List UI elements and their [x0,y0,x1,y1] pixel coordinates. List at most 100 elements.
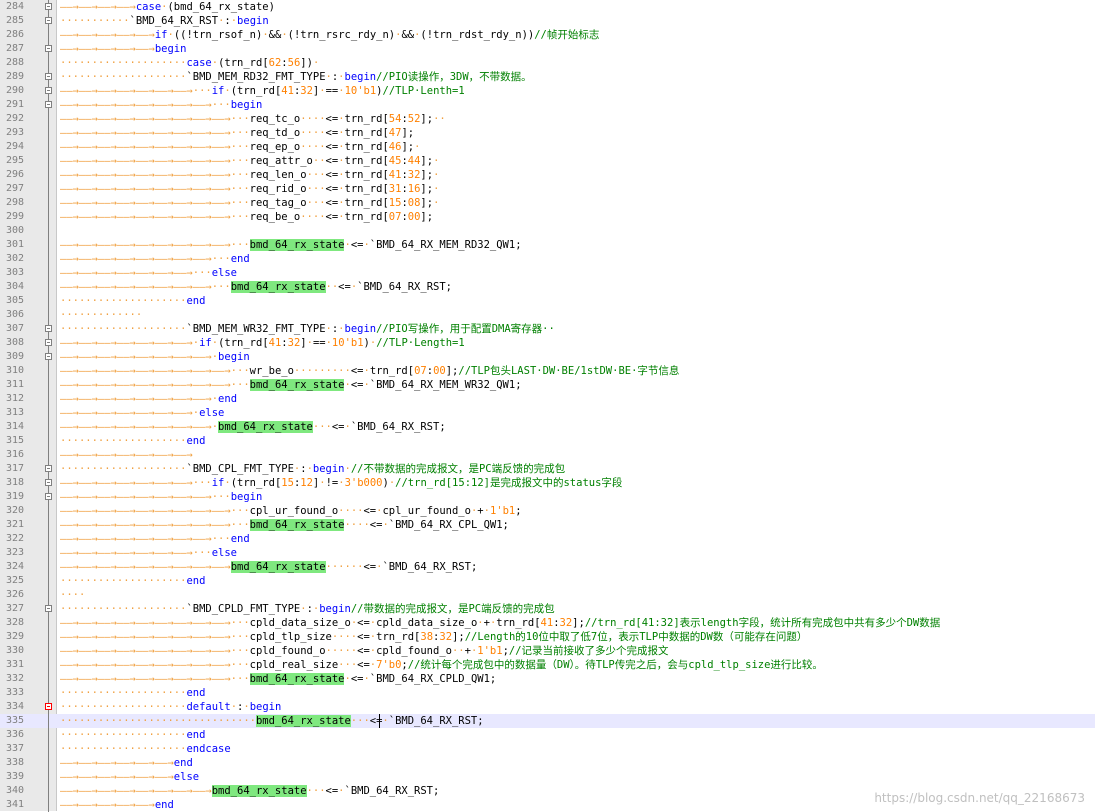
code-line[interactable]: 317 ····················`BMD_CPL_FMT_TYPE… [0,462,1095,476]
collapse-box-icon[interactable] [45,703,52,710]
code-line[interactable]: 325 ····················end [0,574,1095,588]
code-line[interactable]: 329 ——→——→——→——→——→——→——→——→——→···cpld_tl… [0,630,1095,644]
code-line[interactable]: 289 ····················`BMD_MEM_RD32_FMT… [0,70,1095,84]
collapse-box-icon[interactable] [45,3,52,10]
code-line[interactable]: 312 ——→——→——→——→——→——→——→——→·end [0,392,1095,406]
fold-toggle-icon[interactable] [45,462,52,476]
collapse-box-icon[interactable] [45,87,52,94]
collapse-box-icon[interactable] [45,17,52,24]
code-line[interactable]: 314 ——→——→——→——→——→——→——→——→·bmd_64_rx_st… [0,420,1095,434]
code-line[interactable]: 322 ——→——→——→——→——→——→——→——→···end [0,532,1095,546]
code-line[interactable]: 316 ——→——→——→——→——→——→——→ [0,448,1095,462]
code-text[interactable]: ····················`BMD_CPLD_FMT_TYPE·:… [60,602,555,616]
code-line[interactable]: 308 ——→——→——→——→——→——→——→·if·(trn_rd[41:3… [0,336,1095,350]
fold-toggle-icon[interactable] [45,0,52,14]
code-text[interactable]: ——→——→——→——→——→begin [60,42,186,56]
code-line[interactable]: 336 ····················end [0,728,1095,742]
fold-toggle-icon[interactable] [45,490,52,504]
code-line[interactable]: 326 ···· [0,588,1095,602]
code-text[interactable]: ····················end [60,294,205,308]
fold-toggle-icon[interactable] [45,476,52,490]
fold-toggle-icon[interactable] [45,70,52,84]
code-line[interactable]: 288 ····················case·(trn_rd[62:5… [0,56,1095,70]
collapse-box-icon[interactable] [45,339,52,346]
code-text[interactable]: ——→——→——→——→——→——→——→——→——→···req_attr_o… [60,154,439,168]
code-line[interactable]: 301 ——→——→——→——→——→——→——→——→——→···bmd_64_… [0,238,1095,252]
code-line[interactable]: 311 ——→——→——→——→——→——→——→——→——→···bmd_64_… [0,378,1095,392]
code-text[interactable]: ——→——→——→——→——→——→——→——→——→···cpld_tlp_s… [60,630,807,644]
code-text[interactable]: ——→——→——→——→——→——→——→——→——→···req_be_o··… [60,210,433,224]
code-text[interactable]: ——→——→——→——→——→——→——→——→·end [60,392,237,406]
collapse-box-icon[interactable] [45,325,52,332]
collapse-box-icon[interactable] [45,493,52,500]
code-line[interactable]: 318 ——→——→——→——→——→——→——→···if·(trn_rd[15… [0,476,1095,490]
code-line[interactable]: 307 ····················`BMD_MEM_WR32_FMT… [0,322,1095,336]
code-text[interactable]: ——→——→——→——→——→——→——→——→——→···req_tag_o·… [60,196,439,210]
code-line[interactable]: 304 ——→——→——→——→——→——→——→——→···bmd_64_rx_… [0,280,1095,294]
code-line[interactable]: 310 ——→——→——→——→——→——→——→——→——→···wr_be_o… [0,364,1095,378]
code-line[interactable]: 315 ····················end [0,434,1095,448]
code-text[interactable]: ——→——→——→——→——→——→——→——→···bmd_64_rx_sta… [60,280,452,294]
code-line[interactable]: 293 ——→——→——→——→——→——→——→——→——→···req_td_… [0,126,1095,140]
code-text[interactable]: ——→——→——→——→——→——→——→——→——→···wr_be_o···… [60,364,679,378]
code-text[interactable]: ····················`BMD_MEM_RD32_FMT_TY… [60,70,532,84]
code-text[interactable]: ——→——→——→——→case·(bmd_64_rx_state) [60,0,275,14]
code-text[interactable]: ···· [60,588,85,602]
code-line[interactable]: 313 ——→——→——→——→——→——→——→·else [0,406,1095,420]
code-line[interactable]: 291 ——→——→——→——→——→——→——→——→···begin [0,98,1095,112]
code-line[interactable]: 320 ——→——→——→——→——→——→——→——→——→···cpl_ur_… [0,504,1095,518]
code-line[interactable]: 309 ——→——→——→——→——→——→——→——→·begin [0,350,1095,364]
code-line[interactable]: 302 ——→——→——→——→——→——→——→——→···end [0,252,1095,266]
code-text[interactable]: ——→——→——→——→——→——→——→·if·(trn_rd[41:32]·… [60,336,465,350]
code-line[interactable]: 298 ——→——→——→——→——→——→——→——→——→···req_tag… [0,196,1095,210]
code-text[interactable]: ——→——→——→——→——→——→——→——→——→···req_rid_o·… [60,182,439,196]
code-line[interactable]: 337 ····················endcase [0,742,1095,756]
code-line[interactable]: 339 ——→——→——→——→——→——→else [0,770,1095,784]
code-line[interactable]: 287 ——→——→——→——→——→begin [0,42,1095,56]
current-code-line[interactable]: 335 ·······························bmd_64… [0,714,1095,728]
code-text[interactable]: ——→——→——→——→——→——→——→——→——→···cpld_data_… [60,616,940,630]
code-line[interactable]: 323 ——→——→——→——→——→——→——→···else [0,546,1095,560]
fold-toggle-icon[interactable] [45,84,52,98]
code-line[interactable]: 305 ····················end [0,294,1095,308]
code-line[interactable]: 319 ——→——→——→——→——→——→——→——→···begin [0,490,1095,504]
code-text[interactable]: ····················end [60,574,205,588]
code-text[interactable]: ——→——→——→——→——→——→——→——→···begin [60,490,262,504]
code-line[interactable]: 299 ——→——→——→——→——→——→——→——→——→···req_be_… [0,210,1095,224]
code-line[interactable]: 330 ——→——→——→——→——→——→——→——→——→···cpld_fo… [0,644,1095,658]
code-line[interactable]: 331 ——→——→——→——→——→——→——→——→——→···cpld_re… [0,658,1095,672]
code-line[interactable]: 290 ——→——→——→——→——→——→——→···if·(trn_rd[41… [0,84,1095,98]
code-text[interactable]: ——→——→——→——→——→——→——→——→·begin [60,350,250,364]
code-line[interactable]: 324 ——→——→——→——→——→——→——→——→——→bmd_64_rx_… [0,560,1095,574]
code-line[interactable]: 303 ——→——→——→——→——→——→——→···else [0,266,1095,280]
code-text[interactable]: ···········`BMD_64_RX_RST·:·begin [60,14,269,28]
fold-toggle-icon[interactable] [45,98,52,112]
code-text[interactable]: ····················case·(trn_rd[62:56])… [60,56,319,70]
collapse-box-icon[interactable] [45,353,52,360]
fold-toggle-icon[interactable] [45,42,52,56]
fold-toggle-icon[interactable] [45,322,52,336]
collapse-box-icon[interactable] [45,101,52,108]
collapse-box-icon[interactable] [45,45,52,52]
code-text[interactable]: ——→——→——→——→——→end [60,798,174,812]
code-line[interactable]: 286 ——→——→——→——→——→if·((!trn_rsof_n)·&&·(… [0,28,1095,42]
code-line[interactable]: 294 ——→——→——→——→——→——→——→——→——→···req_ep_… [0,140,1095,154]
code-text[interactable]: ——→——→——→——→——→——→——→——→——→···cpld_real_… [60,658,823,672]
code-text[interactable]: ····················end [60,434,205,448]
code-text[interactable]: ····················endcase [60,742,231,756]
code-text[interactable]: ············· [60,308,142,322]
code-text[interactable]: ——→——→——→——→——→——→——→ [60,448,193,462]
code-text[interactable]: ——→——→——→——→——→——→——→···else [60,266,237,280]
code-line[interactable]: 332 ——→——→——→——→——→——→——→——→——→···bmd_64_… [0,672,1095,686]
code-text[interactable]: ——→——→——→——→——→——→——→——→·bmd_64_rx_state… [60,420,446,434]
code-text[interactable]: ——→——→——→——→——→——→——→——→···begin [60,98,262,112]
collapse-box-icon[interactable] [45,479,52,486]
code-text[interactable]: ——→——→——→——→——→——→——→——→——→···cpl_ur_fou… [60,504,522,518]
code-text[interactable]: ····················`BMD_MEM_WR32_FMT_TY… [60,322,555,336]
code-line[interactable]: 328 ——→——→——→——→——→——→——→——→——→···cpld_da… [0,616,1095,630]
code-line[interactable]: 296 ——→——→——→——→——→——→——→——→——→···req_len… [0,168,1095,182]
code-line[interactable]: 285 ···········`BMD_64_RX_RST·:·begin [0,14,1095,28]
code-text[interactable]: ——→——→——→——→——→——→else [60,770,199,784]
code-text[interactable]: ——→——→——→——→——→——→——→——→——→···cpld_found… [60,644,669,658]
code-text[interactable]: ——→——→——→——→——→——→——→——→——→bmd_64_rx_sta… [60,560,477,574]
